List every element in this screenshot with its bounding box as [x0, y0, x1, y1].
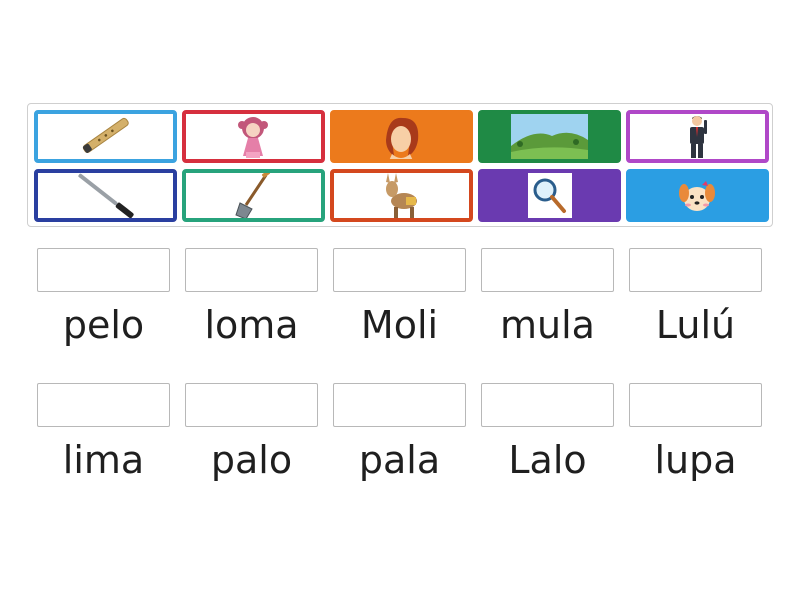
drop-slot-lima[interactable] [37, 383, 170, 427]
picture-tile-man[interactable] [626, 110, 769, 163]
word-label: lupa [654, 438, 737, 482]
hair-icon [386, 117, 419, 159]
drop-slot-Lalo[interactable] [481, 383, 614, 427]
drop-slot-mula[interactable] [481, 248, 614, 292]
word-label: palo [210, 438, 293, 482]
magnifier-icon [528, 173, 572, 218]
flute-icon [82, 117, 129, 153]
picture-tile-flute[interactable] [34, 110, 177, 163]
donkey-icon [386, 173, 417, 218]
picture-tile-shovel[interactable] [182, 169, 325, 222]
shovel-icon [235, 173, 271, 218]
doll-icon [238, 117, 268, 158]
picture-tile-magnifier[interactable] [478, 169, 621, 222]
word-label: pelo [62, 303, 145, 347]
word-label: mula [500, 303, 595, 347]
word-label: Lalo [508, 438, 587, 482]
drop-slot-palo[interactable] [185, 383, 318, 427]
word-label: loma [204, 303, 299, 347]
picture-tile-doll[interactable] [182, 110, 325, 163]
image-tray [27, 103, 773, 227]
word-label: pala [358, 438, 441, 482]
word-label: lima [62, 438, 145, 482]
word-label: Lulú [655, 303, 736, 347]
drop-slot-loma[interactable] [185, 248, 318, 292]
picture-tile-puppy[interactable] [626, 169, 769, 222]
drop-slot-Lulú[interactable] [629, 248, 762, 292]
drop-slot-pelo[interactable] [37, 248, 170, 292]
picture-tile-file[interactable] [34, 169, 177, 222]
drop-slot-Moli[interactable] [333, 248, 466, 292]
drop-slot-lupa[interactable] [629, 383, 762, 427]
word-label: Moli [360, 303, 439, 347]
picture-tile-hill[interactable] [478, 110, 621, 163]
picture-tile-hair[interactable] [330, 110, 473, 163]
puppy-icon [679, 181, 715, 211]
man-icon [690, 116, 707, 158]
nail-file-icon [78, 173, 134, 218]
hill-landscape-icon [511, 114, 588, 159]
drop-slot-pala[interactable] [333, 383, 466, 427]
picture-tile-donkey[interactable] [330, 169, 473, 222]
